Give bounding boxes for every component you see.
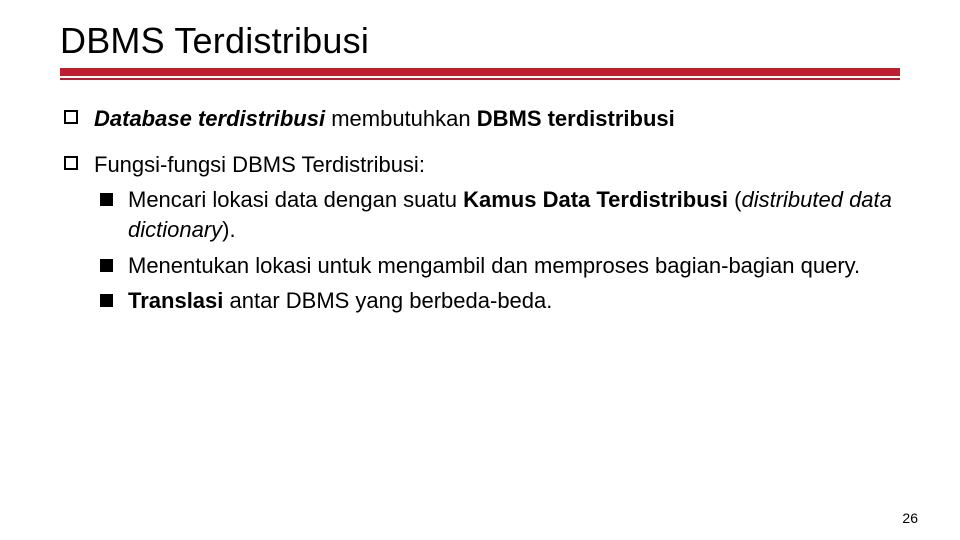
sub-bullet-item-1: Mencari lokasi data dengan suatu Kamus D…	[94, 185, 900, 244]
text: ).	[222, 217, 235, 242]
sub-bullet-item-3: Translasi antar DBMS yang berbeda-beda.	[94, 286, 900, 316]
text-bold: DBMS terdistribusi	[477, 106, 675, 131]
divider-thin	[60, 78, 900, 80]
slide: DBMS Terdistribusi Database terdistribus…	[0, 0, 960, 540]
sub-bullet-item-2: Menentukan lokasi untuk mengambil dan me…	[94, 251, 900, 281]
bullet-list: Database terdistribusi membutuhkan DBMS …	[60, 104, 900, 316]
text-bold-italic: Database terdistribusi	[94, 106, 325, 131]
page-number: 26	[902, 510, 918, 526]
bullet-item-1: Database terdistribusi membutuhkan DBMS …	[60, 104, 900, 134]
text: Mencari lokasi data dengan suatu	[128, 187, 463, 212]
text-bold: Kamus Data Terdistribusi	[463, 187, 728, 212]
text: antar DBMS yang berbeda-beda.	[223, 288, 552, 313]
text: (	[728, 187, 741, 212]
divider-thick	[60, 68, 900, 76]
text: Fungsi-fungsi DBMS Terdistribusi:	[94, 152, 425, 177]
text-bold: Translasi	[128, 288, 223, 313]
slide-title: DBMS Terdistribusi	[60, 20, 900, 62]
text: Menentukan lokasi untuk mengambil dan me…	[128, 253, 860, 278]
sub-bullet-list: Mencari lokasi data dengan suatu Kamus D…	[94, 185, 900, 316]
text: membutuhkan	[325, 106, 477, 131]
bullet-item-2: Fungsi-fungsi DBMS Terdistribusi: Mencar…	[60, 150, 900, 316]
